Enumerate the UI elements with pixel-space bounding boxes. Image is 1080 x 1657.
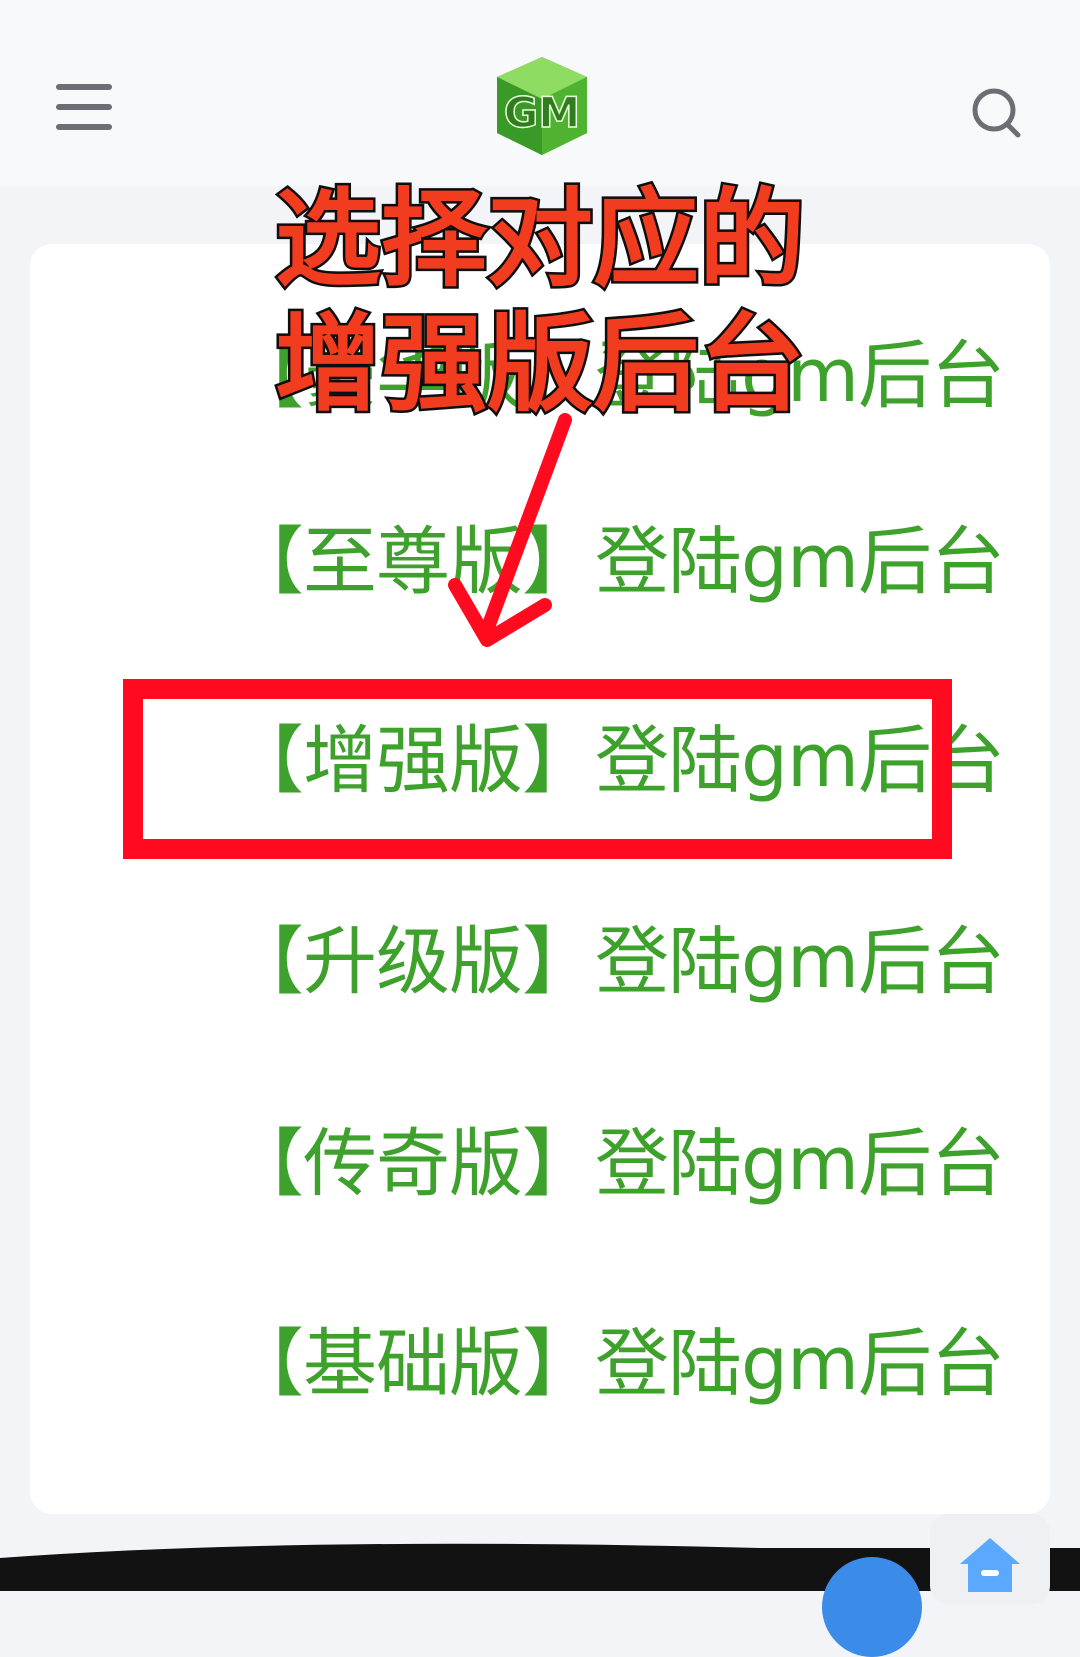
annotation-line-2: 增强版后台: [273, 302, 808, 427]
floating-action-button[interactable]: [822, 1557, 922, 1657]
link-legend[interactable]: 【传奇版】登陆gm后台: [230, 1124, 1005, 1204]
menu-icon[interactable]: [56, 80, 116, 132]
link-card: 【豪华版】登陆gm后台 【至尊版】登陆gm后台 【增强版】登陆gm后台 【升级版…: [30, 244, 1050, 1514]
search-icon[interactable]: [970, 86, 1024, 140]
link-upgraded[interactable]: 【升级版】登陆gm后台: [230, 922, 1005, 1002]
bottom-shadow: [0, 1543, 1080, 1591]
top-header: GM: [0, 0, 1080, 186]
highlight-box: [123, 679, 952, 859]
link-supreme[interactable]: 【至尊版】登陆gm后台: [230, 522, 1005, 602]
annotation-line-1: 选择对应的: [273, 177, 808, 302]
home-icon: [960, 1538, 1020, 1592]
link-basic[interactable]: 【基础版】登陆gm后台: [230, 1324, 1005, 1404]
link-list: 【豪华版】登陆gm后台 【至尊版】登陆gm后台 【增强版】登陆gm后台 【升级版…: [30, 244, 1050, 1514]
logo-text: GM: [504, 88, 580, 137]
gm-logo[interactable]: GM: [487, 55, 597, 159]
